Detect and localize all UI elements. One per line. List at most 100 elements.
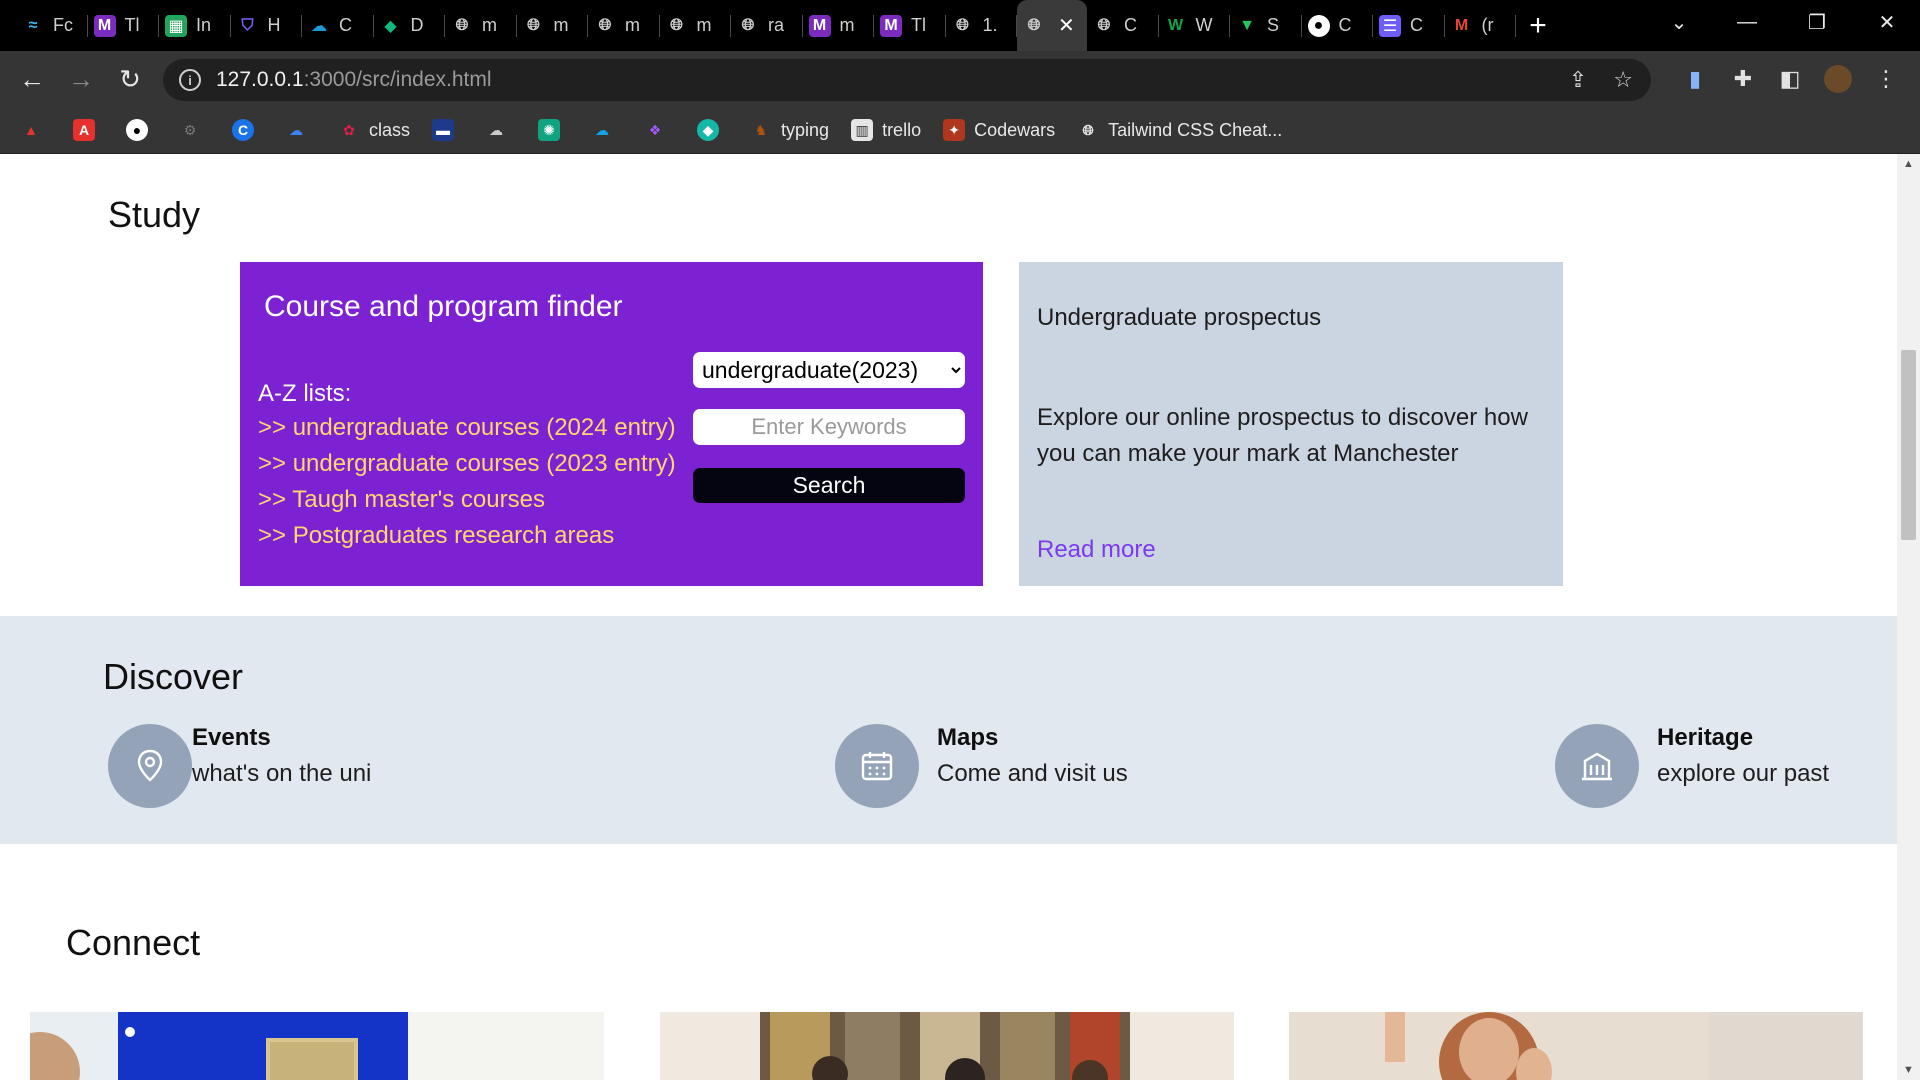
menu-dots-icon[interactable]: ⋮ <box>1866 51 1906 107</box>
browser-tab[interactable]: 🌐︎ m <box>588 0 660 51</box>
search-button[interactable]: Search <box>693 468 965 503</box>
diamond-icon: ◆ <box>697 119 720 141</box>
browser-tab[interactable]: 🌐︎ m <box>517 0 589 51</box>
course-link[interactable]: >> undergraduate courses (2024 entry) <box>258 414 676 450</box>
reload-icon[interactable]: ↻ <box>106 55 154 103</box>
discover-item-title: Events <box>192 724 271 751</box>
github-icon: ● <box>126 119 148 141</box>
bookmark-item[interactable]: ✿ class <box>338 119 410 141</box>
scroll-up-arrow-icon[interactable]: ▲ <box>1897 158 1920 170</box>
bookmark-item[interactable]: ● <box>126 119 157 141</box>
back-arrow-icon[interactable]: ← <box>8 55 56 103</box>
globe-icon: 🌐︎ <box>598 16 612 34</box>
bookmark-item[interactable]: ❖ <box>644 119 675 141</box>
avatar[interactable] <box>1818 51 1858 107</box>
connect-image-1[interactable] <box>30 1012 604 1080</box>
course-link[interactable]: >> undergraduate courses (2023 entry) <box>258 450 676 486</box>
browser-tab[interactable]: ● C <box>1302 0 1374 51</box>
gear-icon: ✿ <box>343 121 355 138</box>
browser-tab[interactable]: ▦ In <box>159 0 231 51</box>
tailwind-icon: ≈ <box>28 16 38 34</box>
browser-tab-active[interactable]: 🌐︎ ✕ <box>1017 0 1087 51</box>
site-info-icon[interactable]: i <box>179 69 201 91</box>
bookmark-item[interactable]: C <box>232 119 263 141</box>
browser-tab[interactable]: ⛉ H <box>231 0 303 51</box>
address-bar[interactable]: i 127.0.0.1:3000/src/index.html ⇪ ☆ <box>163 59 1651 101</box>
bookmark-item[interactable]: ☁ <box>485 119 516 141</box>
browser-tab[interactable]: M (r <box>1445 0 1517 51</box>
minimize-icon[interactable]: — <box>1712 0 1782 44</box>
browser-tab[interactable]: 🌐︎ 1. <box>946 0 1018 51</box>
globe-icon: 🌐︎ <box>455 16 469 34</box>
connect-image-2[interactable] <box>660 1012 1234 1080</box>
browser-tab[interactable]: M Tl <box>88 0 160 51</box>
bookmark-item[interactable]: ▲ <box>20 119 51 141</box>
close-tab-icon[interactable]: ✕ <box>1058 13 1075 38</box>
window-close-icon[interactable]: ✕ <box>1852 0 1920 44</box>
tab-search-icon[interactable]: ⌄ <box>1644 0 1714 44</box>
course-link[interactable]: >> Postgraduates research areas <box>258 522 676 558</box>
m-logo-icon: M <box>93 14 116 37</box>
browser-tab[interactable]: 🌐︎ m <box>445 0 517 51</box>
bookmark-item[interactable]: A <box>73 119 104 141</box>
discover-item-text: Heritage explore our past <box>1657 724 1829 788</box>
page-scrollbar[interactable]: ▲ ▼ <box>1897 154 1920 1080</box>
m-logo-icon: M <box>808 14 831 37</box>
bookmark-item[interactable]: ▥ trello <box>851 119 921 141</box>
browser-tab[interactable]: 🌐︎ C <box>1087 0 1159 51</box>
globe-icon: 🌐︎ <box>1027 16 1041 34</box>
page-viewport: Study Course and program finder A-Z list… <box>0 154 1897 1080</box>
bookmark-item[interactable]: ✺ <box>538 119 569 141</box>
salesforce-icon: ☁ <box>595 121 610 138</box>
read-more-link[interactable]: Read more <box>1037 536 1156 564</box>
w-logo-icon: W <box>1167 16 1184 34</box>
pdf-icon: A <box>73 119 95 141</box>
discover-item-title: Heritage <box>1657 724 1754 751</box>
side-panel-icon[interactable]: ◧ <box>1770 51 1810 107</box>
course-link[interactable]: >> Taugh master's courses <box>258 486 676 522</box>
bookmark-item[interactable]: ☁ <box>591 119 622 141</box>
globe-icon: 🌐︎ <box>527 16 540 34</box>
globe-icon: 🌐︎ <box>956 16 969 34</box>
bookmark-item[interactable]: ◆ <box>697 119 728 141</box>
course-finder-panel: Course and program finder A-Z lists: >> … <box>240 262 983 586</box>
browser-tab[interactable]: ▼ S <box>1230 0 1302 51</box>
calendar-icon <box>835 724 919 808</box>
new-tab-button[interactable]: + <box>1516 0 1560 51</box>
extensions-puzzle-icon[interactable]: ✚ <box>1723 51 1763 107</box>
bookmark-item[interactable]: ☁ <box>285 119 316 141</box>
scrollbar-thumb[interactable] <box>1901 350 1916 540</box>
extension-doc-icon[interactable]: ▮ <box>1675 51 1715 107</box>
bookmark-item[interactable]: ⚙ <box>179 119 210 141</box>
browser-tab[interactable]: 🌐︎ m <box>660 0 732 51</box>
browser-tab[interactable]: Mm <box>803 0 875 51</box>
vue-icon: ▼ <box>1239 16 1255 34</box>
keyword-search-input[interactable] <box>693 409 965 445</box>
forward-arrow-icon[interactable]: → <box>57 55 105 103</box>
globe-icon: 🌐︎ <box>1097 16 1111 34</box>
connect-image-3[interactable] <box>1289 1012 1863 1080</box>
location-pin-icon <box>108 724 192 808</box>
tab-strip: ≈ Fc M Tl ▦ In ⛉ H ☁ C ◆ D 🌐︎ m 🌐︎ m 🌐︎ m 🌐︎ m 🌐︎ r… <box>0 0 1920 51</box>
m-logo-icon: M <box>880 14 902 37</box>
browser-tab[interactable]: ≈ Fc <box>16 0 88 51</box>
scroll-down-arrow-icon[interactable]: ▼ <box>1897 1064 1920 1076</box>
url-text[interactable]: 127.0.0.1:3000/src/index.html <box>216 68 492 92</box>
keyboard-icon: ♞ <box>754 121 768 138</box>
bookmark-item[interactable]: 🌐︎ Tailwind CSS Cheat... <box>1077 119 1283 141</box>
codewars-icon: ✦ <box>943 119 966 141</box>
restore-icon[interactable]: ❐ <box>1782 0 1852 44</box>
browser-tab[interactable]: M Tl <box>874 0 946 51</box>
az-lists-label: A-Z lists: <box>258 380 352 407</box>
bookmark-star-icon[interactable]: ☆ <box>1613 67 1633 93</box>
bookmark-item[interactable]: ♞ typing <box>750 119 829 141</box>
share-icon[interactable]: ⇪ <box>1569 67 1587 93</box>
browser-tab[interactable]: ☰ C <box>1373 0 1445 51</box>
bookmark-item[interactable]: ▬ <box>432 119 463 141</box>
browser-tab[interactable]: ☁ C <box>302 0 374 51</box>
browser-tab[interactable]: ◆ D <box>374 0 446 51</box>
course-level-select[interactable]: undergraduate(2023) <box>693 352 965 388</box>
browser-tab[interactable]: 🌐︎ ra <box>731 0 803 51</box>
browser-tab[interactable]: WW <box>1159 0 1231 51</box>
bookmark-item[interactable]: ✦ Codewars <box>943 119 1055 141</box>
